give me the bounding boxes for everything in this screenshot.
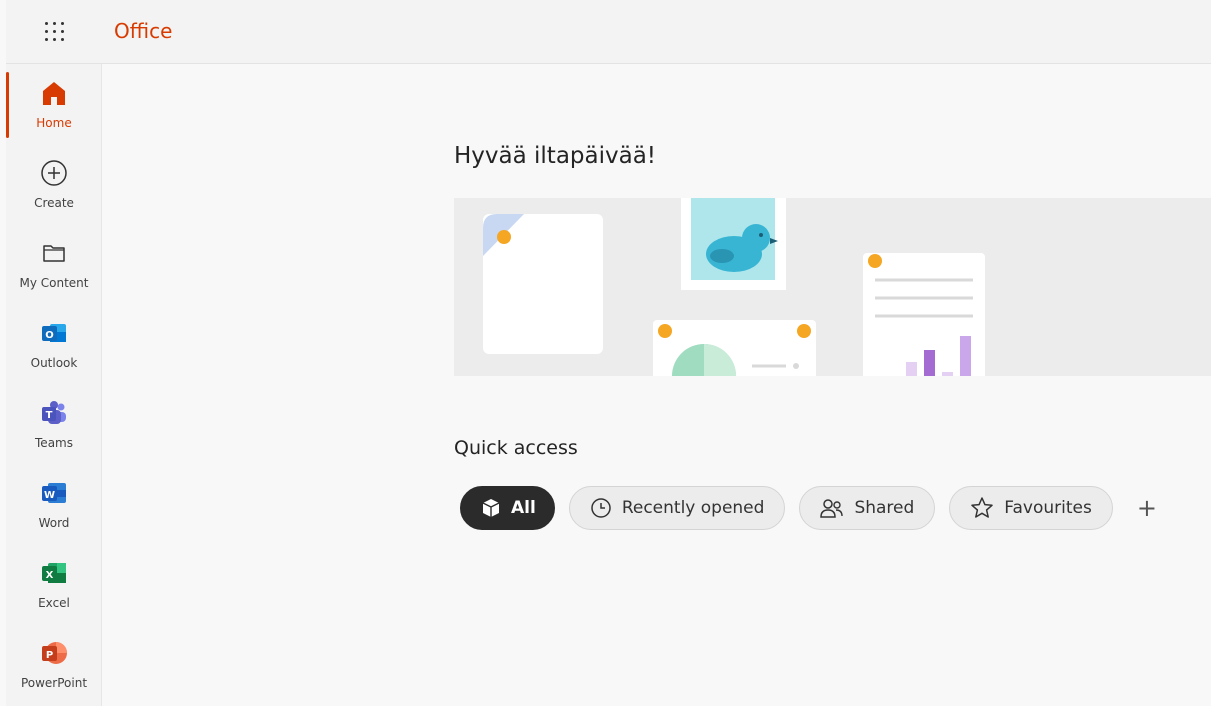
rail-item-label: My Content bbox=[19, 276, 89, 290]
active-indicator bbox=[6, 72, 9, 138]
rail-item-label: Create bbox=[34, 196, 74, 210]
rail-item-create[interactable]: Create bbox=[6, 144, 102, 222]
word-icon: W bbox=[42, 483, 66, 503]
folder-icon bbox=[43, 245, 65, 262]
rail-item-powerpoint[interactable]: P PowerPoint bbox=[6, 624, 102, 702]
rail-item-label: PowerPoint bbox=[20, 676, 88, 690]
filter-shared-button[interactable]: Shared bbox=[799, 486, 936, 530]
clock-icon bbox=[590, 497, 612, 519]
app-launcher-icon[interactable] bbox=[39, 18, 67, 46]
main-content: Hyvää iltapäivää! Quick access All Recen… bbox=[103, 65, 1211, 706]
svg-text:O: O bbox=[45, 330, 54, 341]
cube-icon bbox=[481, 498, 501, 518]
filter-label: Shared bbox=[854, 498, 915, 518]
rail-item-excel[interactable]: X Excel bbox=[6, 544, 102, 622]
filter-label: Recently opened bbox=[621, 498, 765, 518]
filter-recently-opened-button[interactable]: Recently opened bbox=[568, 486, 786, 530]
filter-label: All bbox=[511, 498, 536, 518]
quick-access-title: Quick access bbox=[454, 437, 578, 459]
plus-circle-icon bbox=[41, 160, 67, 186]
people-icon bbox=[820, 497, 844, 519]
svg-text:T: T bbox=[46, 410, 53, 421]
star-icon bbox=[970, 496, 994, 520]
filter-all-button[interactable]: All bbox=[460, 486, 555, 530]
outlook-icon: O bbox=[42, 324, 66, 342]
excel-icon: X bbox=[42, 563, 66, 583]
rail-item-label: Excel bbox=[38, 596, 70, 610]
hero-artwork bbox=[483, 198, 985, 376]
rail-item-label: Word bbox=[38, 516, 70, 530]
rail-item-my-content[interactable]: My Content bbox=[6, 224, 102, 302]
svg-text:W: W bbox=[44, 490, 55, 501]
rail-item-teams[interactable]: T Teams bbox=[6, 384, 102, 462]
rail-item-word[interactable]: W Word bbox=[6, 464, 102, 542]
rail-item-label: Outlook bbox=[30, 356, 78, 370]
left-nav-rail: Home Create My Content O Outlook T Teams… bbox=[6, 64, 102, 706]
rail-item-label: Teams bbox=[35, 436, 73, 450]
greeting-heading: Hyvää iltapäivää! bbox=[454, 143, 657, 169]
teams-icon: T bbox=[42, 401, 66, 424]
add-filter-button[interactable]: + bbox=[1133, 494, 1161, 522]
hero-illustration bbox=[454, 198, 1211, 376]
powerpoint-icon: P bbox=[42, 642, 67, 664]
svg-text:P: P bbox=[46, 650, 53, 661]
top-bar: Office bbox=[6, 0, 1211, 64]
rail-item-home[interactable]: Home bbox=[6, 64, 102, 142]
rail-item-label: Home bbox=[36, 116, 72, 130]
office-brand-link[interactable]: Office bbox=[114, 19, 172, 43]
svg-text:X: X bbox=[46, 570, 54, 581]
filter-favourites-button[interactable]: Favourites bbox=[949, 486, 1113, 530]
rail-item-outlook[interactable]: O Outlook bbox=[6, 304, 102, 382]
filter-label: Favourites bbox=[1004, 498, 1092, 518]
quick-access-filters: All Recently opened Shared Favourites + bbox=[460, 485, 1161, 531]
home-icon bbox=[43, 82, 65, 105]
